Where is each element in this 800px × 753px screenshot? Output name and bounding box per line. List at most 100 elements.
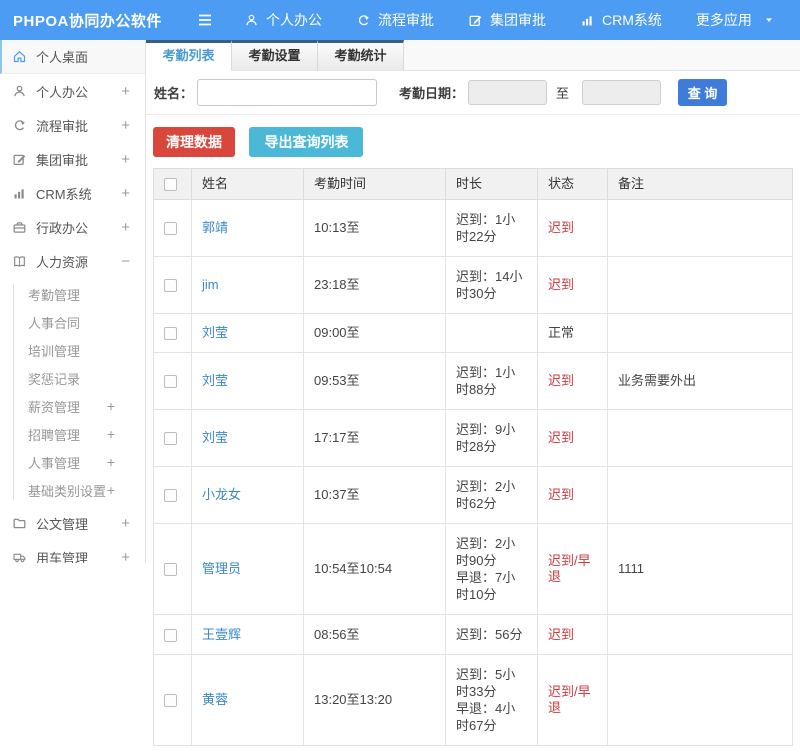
book-icon bbox=[14, 255, 25, 267]
row-checkbox[interactable] bbox=[164, 628, 177, 642]
status-cell: 迟到/早退 bbox=[537, 654, 608, 746]
sidebar-subitem-reward-punish[interactable]: 奖惩记录 bbox=[0, 364, 145, 392]
status-badge: 迟到/早退 bbox=[548, 553, 591, 584]
nav-item-label: 更多应用 bbox=[695, 12, 752, 28]
expand-toggle-icon[interactable]: + bbox=[121, 117, 130, 134]
bar-chart-icon bbox=[582, 15, 592, 25]
status-badge: 迟到 bbox=[548, 220, 575, 235]
row-checkbox[interactable] bbox=[164, 432, 177, 446]
sidebar-subitem-hr-contract[interactable]: 人事合同 bbox=[0, 308, 145, 336]
sidebar-item-document-mgmt[interactable]: 公文管理 + bbox=[0, 506, 145, 540]
tab-attendance-stats[interactable]: 考勤统计 bbox=[318, 40, 404, 71]
nav-item-workflow-approval[interactable]: 流程审批 bbox=[356, 10, 434, 30]
sidebar-subitem-base-category[interactable]: 基础类别设置 + bbox=[0, 476, 145, 504]
attendance-table: 姓名 考勤时间 时长 状态 备注 郭靖 10:13至 迟到：1小时22分 迟到 jim 23:18… bbox=[153, 168, 793, 746]
time-cell: 23:18至 bbox=[303, 256, 446, 314]
employee-name-link[interactable]: 王壹辉 bbox=[202, 627, 241, 642]
expand-toggle-icon[interactable]: − bbox=[121, 253, 130, 270]
attendance-table-body: 郭靖 10:13至 迟到：1小时22分 迟到 jim 23:18至 迟到：14小时30分 迟到… bbox=[153, 199, 793, 746]
time-cell: 09:53至 bbox=[303, 352, 446, 410]
duration-cell bbox=[445, 313, 538, 353]
name-cell: 黄蓉 bbox=[191, 654, 304, 746]
row-checkbox[interactable] bbox=[164, 694, 177, 708]
tab-attendance-setting[interactable]: 考勤设置 bbox=[232, 40, 318, 71]
expand-toggle-icon[interactable]: + bbox=[107, 482, 115, 498]
duration-cell: 迟到：1小时22分 bbox=[445, 199, 538, 257]
sidebar-subitem-label: 培训管理 bbox=[28, 343, 81, 359]
sidebar-subitem-training-mgmt[interactable]: 培训管理 bbox=[0, 336, 145, 364]
date-from-input[interactable] bbox=[468, 80, 548, 105]
sidebar-item-personal-desktop[interactable]: 个人桌面 bbox=[0, 40, 145, 74]
nav-item-more-apps[interactable]: 更多应用 bbox=[696, 10, 775, 30]
sidebar-item-admin-office[interactable]: 行政办公 + bbox=[0, 210, 145, 244]
table-header-row: 姓名 考勤时间 时长 状态 备注 bbox=[153, 168, 793, 200]
sidebar-item-crm-system[interactable]: CRM系统 + bbox=[0, 176, 145, 210]
expand-toggle-icon[interactable]: + bbox=[121, 185, 130, 202]
duration-line: 迟到：56分 bbox=[456, 627, 523, 642]
export-list-button[interactable]: 导出查询列表 bbox=[249, 127, 364, 157]
employee-name-link[interactable]: 刘莹 bbox=[202, 325, 228, 340]
status-cell: 迟到 bbox=[537, 614, 608, 655]
employee-name-link[interactable]: 黄蓉 bbox=[202, 692, 228, 707]
status-badge: 迟到 bbox=[548, 430, 575, 445]
sidebar-subitem-salary-mgmt[interactable]: 薪资管理 + bbox=[0, 392, 145, 420]
column-header: 状态 bbox=[537, 168, 608, 200]
row-checkbox[interactable] bbox=[164, 563, 177, 577]
sidebar-item-personal-office[interactable]: 个人办公 + bbox=[0, 74, 145, 108]
query-button[interactable]: 查 询 bbox=[678, 79, 728, 106]
employee-name-link[interactable]: 刘莹 bbox=[202, 373, 228, 388]
select-all-checkbox[interactable] bbox=[164, 178, 177, 192]
row-checkbox[interactable] bbox=[164, 279, 177, 293]
time-cell: 08:56至 bbox=[303, 614, 446, 655]
table-row: jim 23:18至 迟到：14小时30分 迟到 bbox=[153, 256, 793, 314]
row-checkbox[interactable] bbox=[164, 489, 177, 503]
duration-cell: 迟到：9小时28分 bbox=[445, 409, 538, 467]
employee-name-link[interactable]: 管理员 bbox=[202, 561, 241, 576]
expand-toggle-icon[interactable]: + bbox=[107, 454, 115, 470]
sidebar-item-group-approval[interactable]: 集团审批 + bbox=[0, 142, 145, 176]
expand-toggle-icon[interactable]: + bbox=[121, 219, 130, 236]
status-cell: 迟到/早退 bbox=[537, 523, 608, 615]
nav-item-personal-office[interactable]: 个人办公 bbox=[244, 10, 322, 30]
status-cell: 迟到 bbox=[537, 256, 608, 314]
name-cell: jim bbox=[191, 256, 304, 314]
sidebar-subitem-attendance-mgmt[interactable]: 考勤管理 bbox=[0, 280, 145, 308]
row-checkbox[interactable] bbox=[164, 327, 177, 341]
tab-attendance-list[interactable]: 考勤列表 bbox=[146, 40, 232, 71]
row-checkbox[interactable] bbox=[164, 375, 177, 389]
expand-toggle-icon[interactable]: + bbox=[121, 515, 130, 532]
expand-toggle-icon[interactable]: + bbox=[121, 83, 130, 100]
expand-toggle-icon[interactable]: + bbox=[121, 151, 130, 168]
clean-data-button[interactable]: 清理数据 bbox=[153, 127, 235, 157]
name-cell: 刘莹 bbox=[191, 409, 304, 467]
checkbox-cell bbox=[153, 313, 192, 353]
sidebar-item-vehicle-mgmt[interactable]: 用车管理 + bbox=[0, 540, 145, 563]
sidebar-item-label: 用车管理 bbox=[36, 550, 89, 564]
time-cell: 10:37至 bbox=[303, 466, 446, 524]
name-cell: 刘莹 bbox=[191, 352, 304, 410]
expand-toggle-icon[interactable]: + bbox=[121, 549, 130, 564]
note-cell bbox=[607, 256, 793, 314]
table-row: 黄蓉 13:20至13:20 迟到：5小时33分 早退：4小时67分 迟到/早退 bbox=[153, 654, 793, 746]
sidebar-item-workflow-approval[interactable]: 流程审批 + bbox=[0, 108, 145, 142]
nav-item-group-approval[interactable]: 集团审批 bbox=[468, 10, 546, 30]
name-input[interactable] bbox=[197, 79, 378, 106]
app-logo: PHPOA协同办公软件 bbox=[13, 12, 162, 30]
employee-name-link[interactable]: 郭靖 bbox=[202, 220, 228, 235]
expand-toggle-icon[interactable]: + bbox=[107, 426, 115, 442]
header-nav: 个人办公 流程审批 集团审批 CRM系统 更多应用 bbox=[244, 10, 775, 30]
sidebar-item-human-resources[interactable]: 人力资源 − bbox=[0, 244, 145, 278]
sidebar-subitem-recruit-mgmt[interactable]: 招聘管理 + bbox=[0, 420, 145, 448]
to-label: 至 bbox=[556, 86, 570, 101]
expand-toggle-icon[interactable]: + bbox=[107, 398, 115, 414]
note-cell bbox=[607, 199, 793, 257]
employee-name-link[interactable]: jim bbox=[202, 277, 219, 292]
date-to-input[interactable] bbox=[582, 80, 662, 105]
hamburger-icon[interactable] bbox=[192, 7, 218, 33]
row-checkbox[interactable] bbox=[164, 222, 177, 236]
nav-item-crm-system[interactable]: CRM系统 bbox=[580, 10, 662, 30]
employee-name-link[interactable]: 刘莹 bbox=[202, 430, 228, 445]
status-cell: 正常 bbox=[537, 313, 608, 353]
employee-name-link[interactable]: 小龙女 bbox=[202, 487, 241, 502]
sidebar-subitem-personnel-mgmt[interactable]: 人事管理 + bbox=[0, 448, 145, 476]
